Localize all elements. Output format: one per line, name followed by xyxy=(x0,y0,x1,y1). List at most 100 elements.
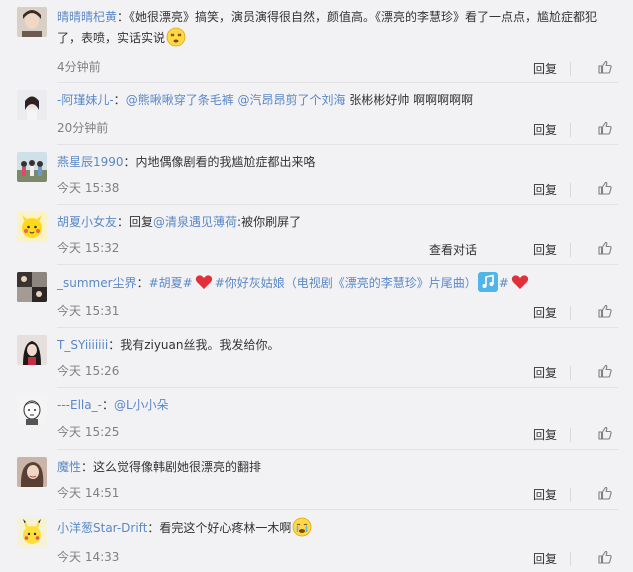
comment-body: 张彬彬好帅 啊啊啊啊啊 xyxy=(345,93,474,107)
reply-button[interactable]: 回复 xyxy=(533,486,557,503)
comment-body: ： xyxy=(101,398,114,412)
divider xyxy=(57,327,618,328)
comment-actions: 回复 xyxy=(417,121,617,139)
username-link[interactable]: 燕星辰1990 xyxy=(57,155,124,169)
divider xyxy=(57,144,618,145)
comment-actions: 回复 xyxy=(417,486,617,504)
comment-list: 晴晴晴杞黄：《她很漂亮》搞笑，演员演得很自然，颜值高。《漂亮的李慧珍》看了一点点… xyxy=(0,0,633,572)
comment-actions: 回复 xyxy=(417,364,617,382)
comment-body: ：回复 xyxy=(117,215,154,229)
mention-link[interactable]: @清泉遇见薄荷 xyxy=(153,215,237,229)
action-separator xyxy=(570,62,571,76)
comment-text: 小洋葱Star-Drift：看完这个好心疼林一木啊 xyxy=(57,517,617,538)
comment-body: ：我有ziyuan丝我。我发给你。 xyxy=(108,338,280,352)
reply-button[interactable]: 回复 xyxy=(533,364,557,381)
comment-body: ：《她很漂亮》搞笑，演员演得很自然，颜值高。《漂亮的李慧珍》看了一点点，尴尬症都… xyxy=(117,10,598,24)
thumbs-up-icon[interactable] xyxy=(597,120,613,136)
thumbs-up-icon[interactable] xyxy=(597,363,613,379)
comment-actions: 回复 xyxy=(417,426,617,444)
reply-button[interactable]: 回复 xyxy=(533,426,557,443)
username-link[interactable]: 魔性 xyxy=(57,460,81,474)
comment-time: 今天 15:38 xyxy=(57,181,120,195)
view-conversation-button[interactable]: 查看对话 xyxy=(429,241,477,258)
comment-actions: 回复 xyxy=(417,550,617,568)
action-separator xyxy=(570,552,571,566)
username-link[interactable]: _summer尘界 xyxy=(57,276,137,290)
heart-emoji-icon xyxy=(511,275,528,289)
avatar[interactable] xyxy=(17,212,47,242)
avatar[interactable] xyxy=(17,152,47,182)
reply-button[interactable]: 回复 xyxy=(533,304,557,321)
mention-link[interactable]: @L小小朵 xyxy=(114,398,169,412)
thumbs-up-icon[interactable] xyxy=(597,425,613,441)
thumbs-up-icon[interactable] xyxy=(597,485,613,501)
comment-time: 20分钟前 xyxy=(57,121,109,135)
avatar[interactable] xyxy=(17,395,47,425)
comment-time: 今天 14:33 xyxy=(57,550,120,564)
username-link[interactable]: T_SYiiiiiii xyxy=(57,338,108,352)
action-separator xyxy=(570,488,571,502)
action-separator xyxy=(570,243,571,257)
comment-body: ：内地偶像剧看的我尴尬症都出来咯 xyxy=(123,155,316,169)
heart-emoji-icon xyxy=(195,275,212,289)
comment-text: T_SYiiiiiii：我有ziyuan丝我。我发给你。 xyxy=(57,335,617,355)
reply-button[interactable]: 回复 xyxy=(533,550,557,567)
comment-text: 晴晴晴杞黄：《她很漂亮》搞笑，演员演得很自然，颜值高。《漂亮的李慧珍》看了一点点… xyxy=(57,7,617,48)
comment-body: :被你刷屏了 xyxy=(237,215,302,229)
comment-text: _summer尘界：#胡夏# #你好灰姑娘（电视剧《漂亮的李慧珍》片尾曲） # xyxy=(57,272,617,293)
comment-text: 魔性：这么觉得像韩剧她很漂亮的翻排 xyxy=(57,457,617,477)
thumbs-up-icon[interactable] xyxy=(597,240,613,256)
avatar[interactable] xyxy=(17,272,47,302)
reply-button[interactable]: 回复 xyxy=(533,60,557,77)
username-link[interactable]: 小洋葱Star-Drift xyxy=(57,521,147,535)
reply-button[interactable]: 回复 xyxy=(533,181,557,198)
avatar[interactable] xyxy=(17,335,47,365)
divider xyxy=(57,82,618,83)
topic-link[interactable]: #你好灰姑娘（电视剧《漂亮的李慧珍》片尾曲） xyxy=(215,276,477,290)
crying-face-emoji-icon xyxy=(293,517,312,537)
comment-body: ：这么觉得像韩剧她很漂亮的翻排 xyxy=(81,460,262,474)
comment-text: -阿瑾妹儿-：@熊啾啾穿了条毛裤 @汽昂昂剪了个刘海 张彬彬好帅 啊啊啊啊啊 xyxy=(57,90,617,110)
action-separator xyxy=(570,428,571,442)
avatar[interactable] xyxy=(17,517,47,547)
comment-body: ： xyxy=(136,276,149,290)
mention-link[interactable]: @汽昂昂剪了个刘海 xyxy=(238,93,346,107)
mention-link[interactable]: @熊啾啾穿了条毛裤 xyxy=(126,93,234,107)
reply-button[interactable]: 回复 xyxy=(533,121,557,138)
action-separator xyxy=(570,306,571,320)
avatar[interactable] xyxy=(17,7,47,37)
comment-text: 胡夏小女友：回复@清泉遇见薄荷:被你刷屏了 xyxy=(57,212,617,232)
topic-link[interactable]: #胡夏# xyxy=(149,276,193,290)
action-separator xyxy=(570,183,571,197)
avatar[interactable] xyxy=(17,90,47,120)
comment-actions: 回复 xyxy=(417,304,617,322)
divider xyxy=(57,204,618,205)
thumbs-up-icon[interactable] xyxy=(597,303,613,319)
username-link[interactable]: -阿瑾妹儿- xyxy=(57,93,114,107)
comment-time: 今天 15:26 xyxy=(57,364,120,378)
comment-text: ---Ella_-：@L小小朵 xyxy=(57,395,617,415)
comment-actions: 查看对话 回复 xyxy=(417,241,617,259)
action-separator xyxy=(570,366,571,380)
thumbs-up-icon[interactable] xyxy=(597,180,613,196)
comment-time: 4分钟前 xyxy=(57,60,101,74)
action-separator xyxy=(570,123,571,137)
comment-time: 今天 15:31 xyxy=(57,304,120,318)
comment-time: 今天 15:25 xyxy=(57,425,120,439)
comment-body-cont: 了，表喷，实话实说 xyxy=(57,31,166,45)
username-link[interactable]: ---Ella_- xyxy=(57,398,102,412)
avatar[interactable] xyxy=(17,457,47,487)
comment-actions: 回复 xyxy=(417,181,617,199)
username-link[interactable]: 胡夏小女友 xyxy=(57,215,117,229)
thumbs-up-icon[interactable] xyxy=(597,59,613,75)
comment-actions: 回复 xyxy=(417,60,617,78)
dizzy-face-emoji-icon xyxy=(166,27,186,47)
comment-body: ： xyxy=(113,93,126,107)
thumbs-up-icon[interactable] xyxy=(597,549,613,565)
comment-time: 今天 14:51 xyxy=(57,486,120,500)
reply-button[interactable]: 回复 xyxy=(533,241,557,258)
comment-time: 今天 15:32 xyxy=(57,241,120,255)
username-link[interactable]: 晴晴晴杞黄 xyxy=(57,10,117,24)
topic-link[interactable]: # xyxy=(499,276,509,290)
divider xyxy=(57,264,618,265)
